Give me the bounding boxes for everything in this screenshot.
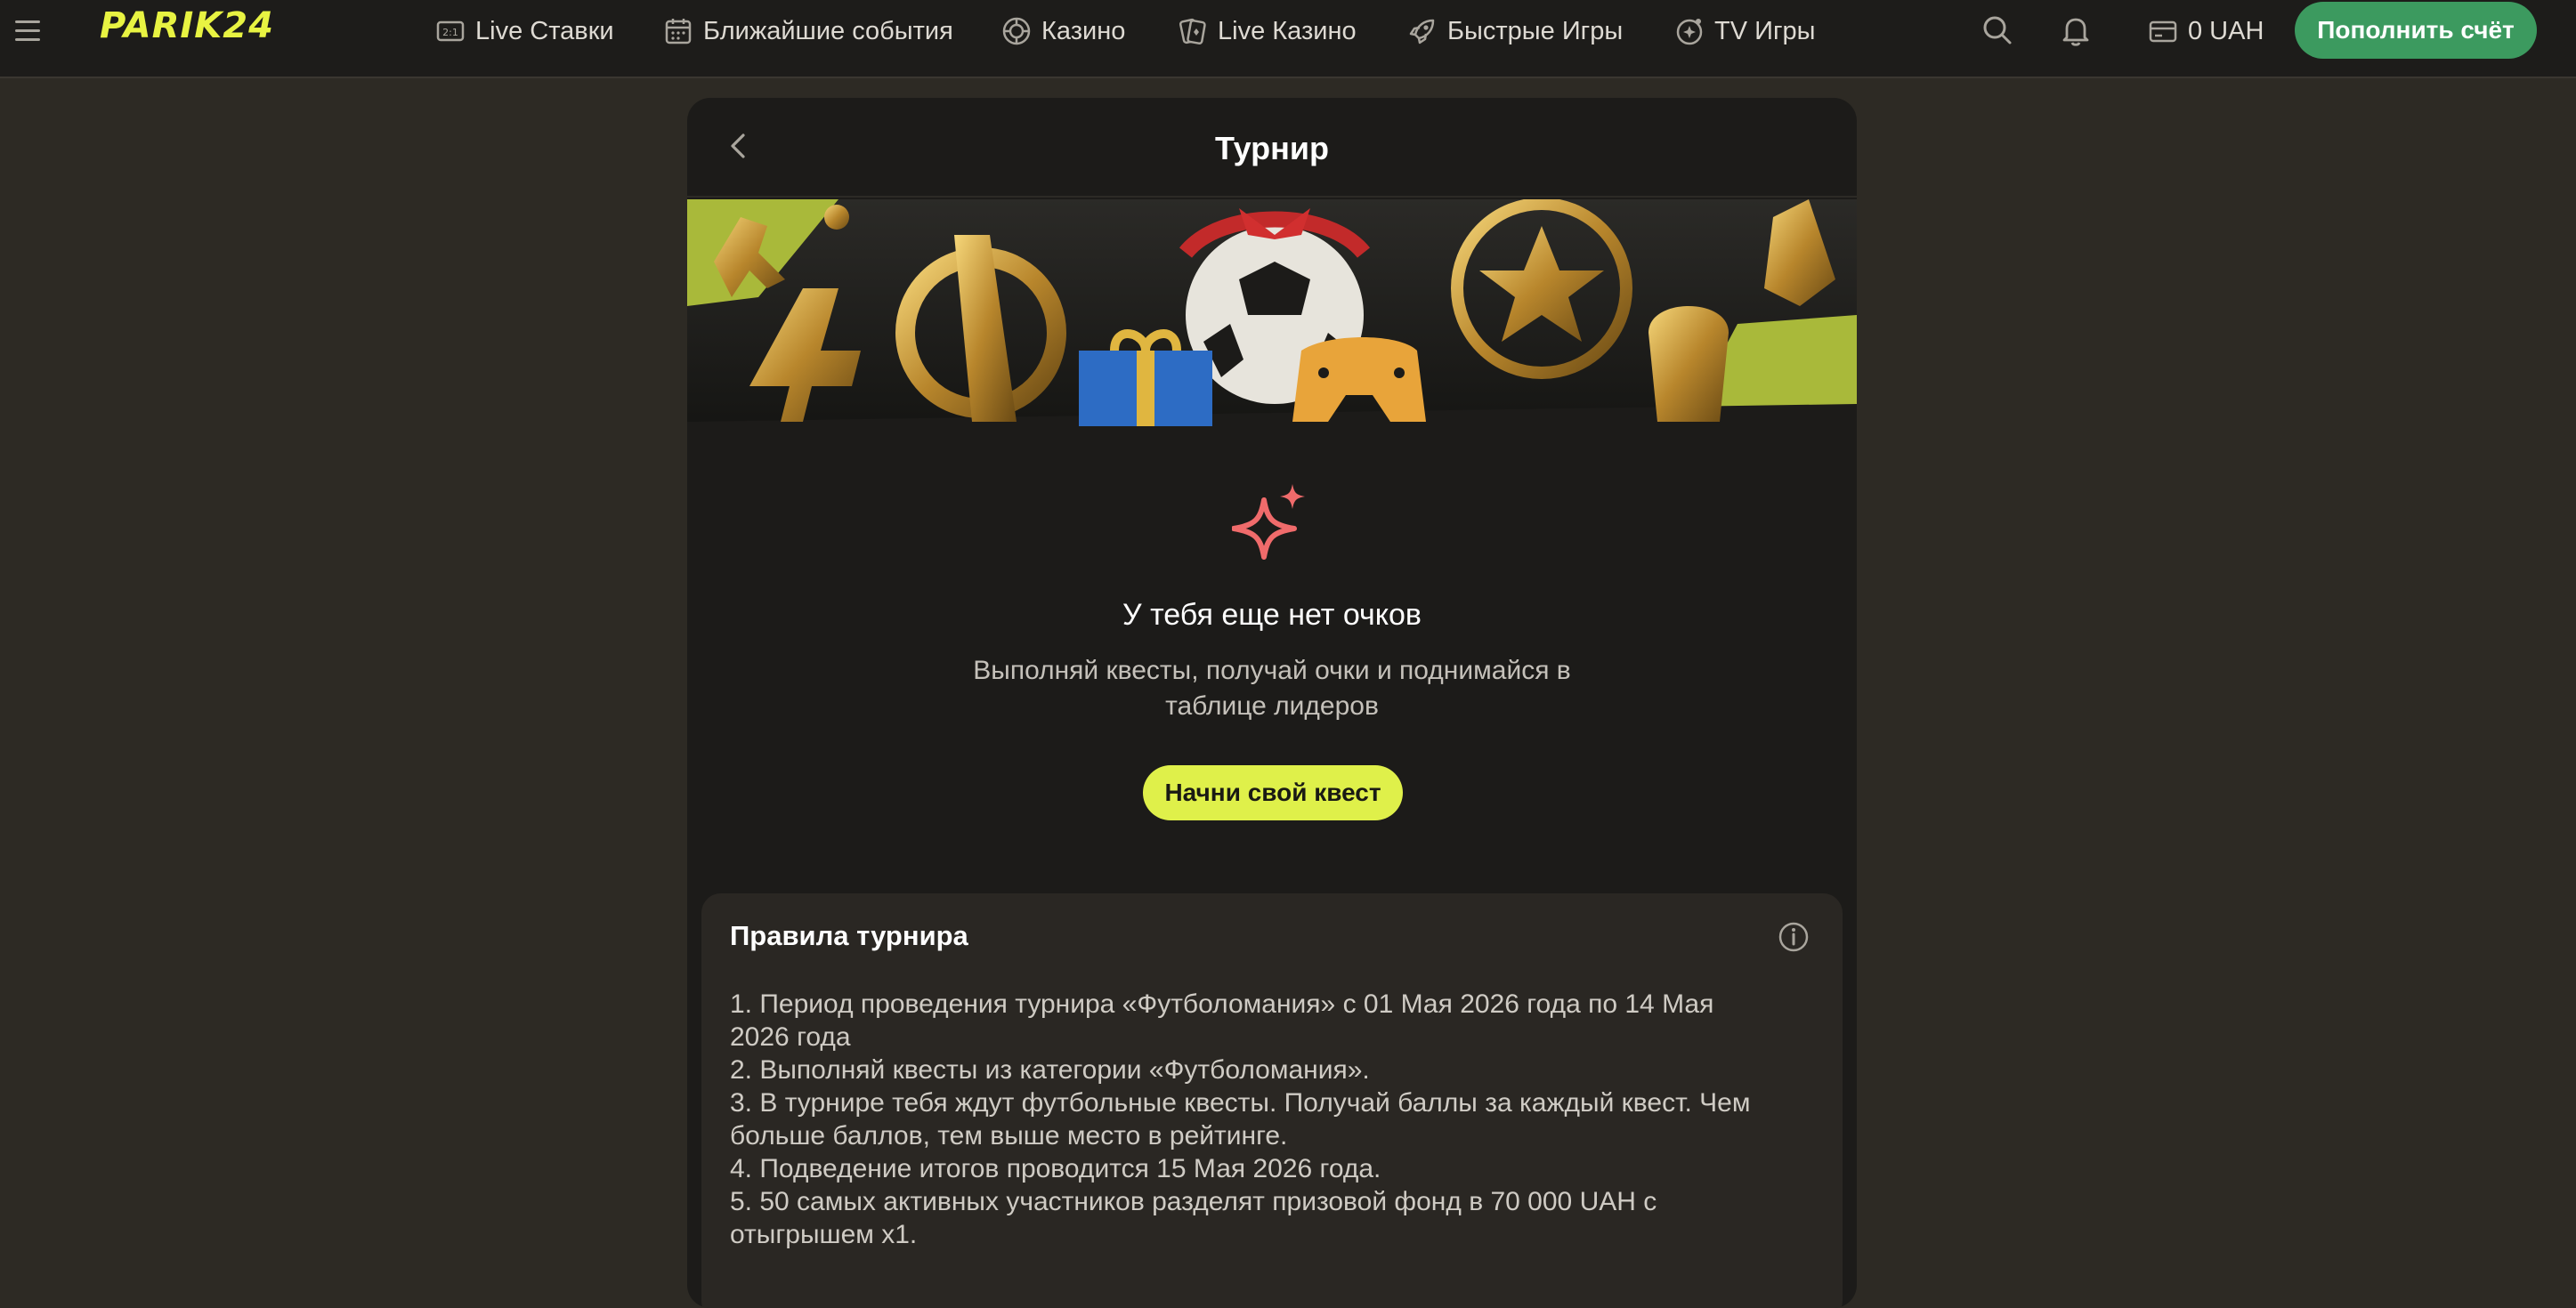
wallet-icon (2149, 20, 2177, 43)
page-title: Турнир (1214, 130, 1330, 166)
deposit-button[interactable]: Пополнить счёт (2295, 2, 2537, 59)
bell-icon[interactable] (2058, 12, 2094, 48)
tournament-card: Турнир У тебя еще нет очков Выполняй кве… (687, 98, 1857, 1308)
rules-title: Правила турнира (730, 920, 968, 951)
nav-tv-games[interactable]: TV Игры (1673, 0, 1816, 62)
nav-upcoming-events[interactable]: Ближайшие события (662, 0, 953, 62)
rules-item: 1. Период проведения турнира «Футболоман… (730, 989, 1714, 1052)
rules-item: 2. Выполняй квесты из категории «Футболо… (730, 1055, 1370, 1085)
nav-casino[interactable]: Казино (1000, 0, 1125, 62)
tournament-rules-panel: Правила турнира 1. Период проведения тур… (701, 893, 1843, 1308)
nav-label: Казино (1041, 16, 1126, 45)
rules-item: 4. Подведение итогов проводится 15 Мая 2… (730, 1154, 1381, 1183)
rocket-icon (1406, 15, 1438, 47)
svg-text:2:1: 2:1 (442, 27, 458, 38)
rules-list: 1. Период проведения турнира «Футболоман… (730, 988, 1780, 1251)
nav-label: Live Ставки (475, 16, 614, 45)
rules-item: 3. В турнире тебя ждут футбольные квесты… (730, 1088, 1751, 1151)
tournament-banner-image (687, 199, 1857, 441)
nav-label: Live Казино (1218, 16, 1357, 45)
tv-games-icon (1673, 15, 1705, 47)
nav-label: Ближайшие события (703, 16, 953, 45)
card-header: Турнир (687, 98, 1857, 198)
live-bets-icon: 2:1 (434, 15, 466, 47)
sparkle-icon (1231, 482, 1312, 562)
nav-fast-games[interactable]: Быстрые Игры (1406, 0, 1623, 62)
top-navigation-bar: PARIK24 2:1 Live Ставки Ближайшие событи… (0, 0, 2576, 78)
search-icon[interactable] (1980, 12, 2015, 48)
empty-state-subtitle: Выполняй квесты, получай очки и поднимай… (973, 656, 1571, 721)
nav-live-bets[interactable]: 2:1 Live Ставки (434, 0, 614, 62)
empty-state-heading: У тебя еще нет очков (1122, 598, 1422, 632)
casino-chip-icon (1000, 15, 1033, 47)
nav-live-casino[interactable]: Live Казино (1177, 0, 1357, 62)
site-logo[interactable]: PARIK24 (100, 5, 274, 46)
balance-display[interactable]: 0 UAH (2147, 0, 2264, 62)
cards-icon (1177, 15, 1209, 47)
menu-icon[interactable] (12, 18, 45, 44)
info-icon[interactable] (1777, 920, 1810, 954)
nav-label: TV Игры (1714, 16, 1816, 45)
nav-label: Быстрые Игры (1447, 16, 1624, 45)
balance-amount: 0 UAH (2188, 16, 2264, 45)
rules-item: 5. 50 самых активных участников разделят… (730, 1187, 1657, 1249)
start-quest-button[interactable]: Начни свой квест (1143, 765, 1403, 820)
calendar-icon (662, 15, 694, 47)
